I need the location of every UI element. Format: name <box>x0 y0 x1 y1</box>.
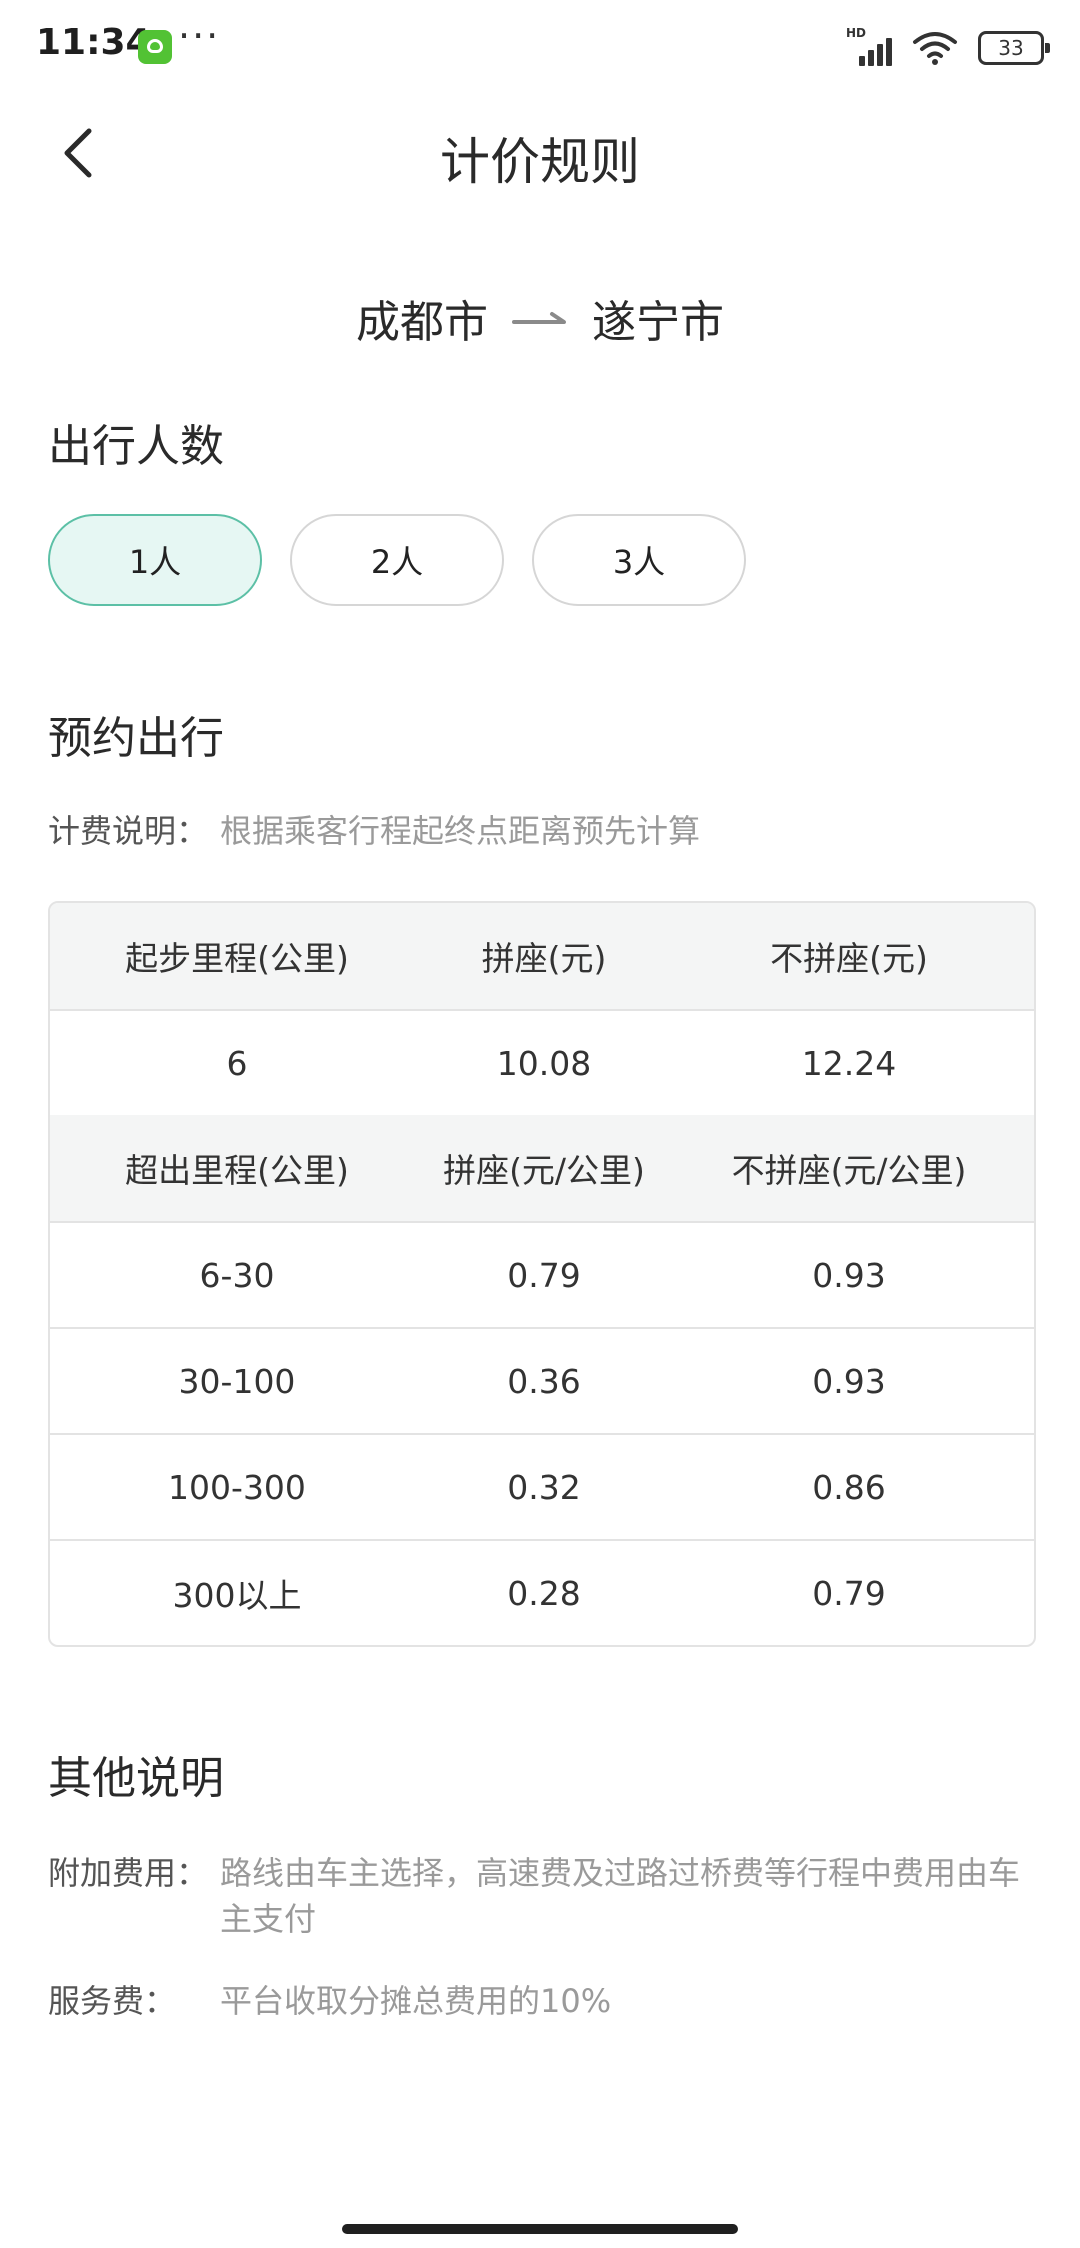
wifi-icon <box>913 32 957 65</box>
table-row: 30-100 0.36 0.93 <box>50 1327 1034 1433</box>
battery-icon: 33 <box>978 31 1050 65</box>
table-row: 6 10.08 12.24 <box>50 1009 1034 1115</box>
table-header-row: 起步里程(公里) 拼座(元) 不拼座(元) <box>50 903 1034 1009</box>
table-cell: 6 <box>226 1043 248 1083</box>
service-fee-label: 服务费： <box>48 1982 177 2020</box>
route-destination: 遂宁市 <box>592 297 724 348</box>
arrow-right-icon <box>512 312 566 324</box>
nav-header: 计价规则 <box>0 96 1080 216</box>
status-time: 11:34 <box>36 22 151 63</box>
table-row: 300以上 0.28 0.79 <box>50 1539 1034 1645</box>
table-row: 6-30 0.79 0.93 <box>50 1221 1034 1327</box>
table-cell: 300以上 <box>172 1576 302 1615</box>
table-cell: 10.08 <box>496 1043 592 1083</box>
table-header-cell: 超出里程(公里) <box>125 1151 349 1190</box>
table-header-cell: 不拼座(元) <box>770 939 928 978</box>
table-header-cell: 拼座(元) <box>481 939 607 978</box>
status-indicators: HD 33 <box>846 26 1050 68</box>
home-indicator[interactable] <box>342 2224 738 2234</box>
billing-description: 计费说明： 根据乘客行程起终点距离预先计算 <box>48 808 700 854</box>
table-cell: 0.93 <box>812 1255 886 1295</box>
extra-fee-text: 路线由车主选择，高速费及过路过桥费等行程中费用由车主支付 <box>220 1854 1021 1938</box>
billing-text: 根据乘客行程起终点距离预先计算 <box>220 812 701 850</box>
passenger-option-3[interactable]: 3人 <box>532 514 746 606</box>
billing-label: 计费说明： <box>48 812 209 850</box>
service-fee-text: 平台收取分摊总费用的10% <box>220 1982 612 2020</box>
table-row: 100-300 0.32 0.86 <box>50 1433 1034 1539</box>
service-fee-description: 服务费： 平台收取分摊总费用的10% <box>48 1978 611 2024</box>
route: 成都市 遂宁市 <box>0 286 1080 350</box>
page-title: 计价规则 <box>440 133 640 191</box>
cellular-signal-icon: HD <box>846 26 892 66</box>
passenger-option-2[interactable]: 2人 <box>290 514 504 606</box>
passenger-options: 1人 2人 3人 <box>48 514 746 606</box>
table-header-cell: 不拼座(元/公里) <box>731 1151 967 1190</box>
table-cell: 12.24 <box>801 1043 897 1083</box>
extra-fee-description: 附加费用： 路线由车主选择，高速费及过路过桥费等行程中费用由车主支付 <box>48 1850 1032 1942</box>
passengers-title: 出行人数 <box>48 421 224 472</box>
table-cell: 100-300 <box>168 1467 306 1507</box>
table-cell: 0.93 <box>812 1361 886 1401</box>
reservation-title: 预约出行 <box>48 713 224 764</box>
table-cell: 0.36 <box>507 1361 581 1401</box>
price-table: 起步里程(公里) 拼座(元) 不拼座(元) 6 10.08 12.24 超出里程… <box>48 901 1036 1647</box>
extra-fee-label: 附加费用： <box>48 1854 209 1892</box>
route-origin: 成都市 <box>356 297 488 348</box>
table-cell: 30-100 <box>178 1361 296 1401</box>
table-header-row: 超出里程(公里) 拼座(元/公里) 不拼座(元/公里) <box>50 1115 1034 1221</box>
status-bar: 11:34 ··· HD 33 <box>0 0 1080 96</box>
other-notes-title: 其他说明 <box>48 1753 224 1804</box>
table-cell: 0.32 <box>507 1467 581 1507</box>
app-notification-icon <box>138 30 172 64</box>
table-cell: 6-30 <box>199 1255 275 1295</box>
table-cell: 0.28 <box>507 1573 581 1613</box>
table-cell: 0.79 <box>812 1573 886 1613</box>
passenger-option-1[interactable]: 1人 <box>48 514 262 606</box>
table-header-cell: 起步里程(公里) <box>125 939 349 978</box>
more-notifications-icon: ··· <box>178 14 221 58</box>
table-header-cell: 拼座(元/公里) <box>443 1151 645 1190</box>
table-cell: 0.86 <box>812 1467 886 1507</box>
battery-level: 33 <box>998 36 1024 60</box>
table-cell: 0.79 <box>507 1255 581 1295</box>
